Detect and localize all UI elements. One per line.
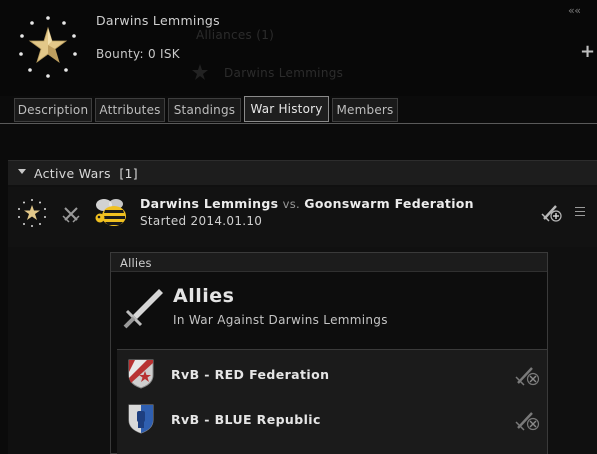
ally-name[interactable]: RvB - RED Federation: [171, 367, 329, 382]
sword-remove-icon[interactable]: [515, 409, 541, 431]
bee-logo[interactable]: [92, 196, 130, 230]
tab-attributes[interactable]: Attributes: [95, 98, 165, 122]
ally-list: RvB - RED Federation RvB - BLUE Republic: [117, 349, 547, 454]
vs-label: vs.: [282, 197, 301, 211]
corp-header: Alliances (1) Darwins Lemmings Darwins L…: [0, 0, 597, 96]
sword-plus-icon[interactable]: [541, 202, 563, 222]
tab-bar: Description Attributes Standings War His…: [0, 96, 597, 124]
corp-logo: [19, 16, 77, 78]
ghost-star-icon: [192, 64, 208, 80]
corp-name: Darwins Lemmings: [96, 13, 220, 28]
active-wars-title: Active Wars [1]: [34, 166, 138, 181]
allies-panel: Allies Allies In War Against Darwins Lem…: [110, 252, 548, 454]
tab-war-history[interactable]: War History: [244, 96, 329, 122]
crossed-swords-icon: [62, 207, 80, 223]
allies-title: Allies: [173, 285, 235, 307]
ghost-alliances-text: Alliances (1): [196, 28, 275, 42]
ally-row-blue-republic[interactable]: RvB - BLUE Republic: [117, 397, 547, 441]
tab-standings[interactable]: Standings: [168, 98, 241, 122]
sword-icon: [123, 289, 163, 329]
hamburger-icon[interactable]: [575, 207, 585, 216]
war-start-date: Started 2014.01.10: [140, 214, 263, 228]
allies-header-label: Allies: [120, 256, 152, 270]
war-title: Darwins Lemmings vs. Goonswarm Federatio…: [140, 196, 474, 211]
sword-remove-icon[interactable]: [515, 364, 541, 386]
collapse-icon[interactable]: « «: [568, 4, 581, 17]
ghost-member-text: Darwins Lemmings: [224, 66, 344, 80]
collapse-arrow-icon[interactable]: [18, 169, 26, 174]
blue-republic-logo: [128, 404, 154, 434]
allies-subtitle: In War Against Darwins Lemmings: [173, 313, 388, 327]
ally-row-red-federation[interactable]: RvB - RED Federation: [117, 352, 547, 396]
red-federation-logo: [128, 359, 154, 389]
tab-members[interactable]: Members: [332, 98, 398, 122]
ally-name[interactable]: RvB - BLUE Republic: [171, 412, 321, 427]
bounty-text: Bounty: 0 ISK: [96, 47, 180, 61]
add-contact-button[interactable]: +: [580, 42, 595, 62]
aggressor-logo[interactable]: [17, 198, 47, 228]
active-wars-header[interactable]: Active Wars [1]: [8, 160, 597, 185]
allies-panel-header: Allies: [111, 253, 547, 272]
tab-description[interactable]: Description: [14, 98, 92, 122]
aggressor-name[interactable]: Darwins Lemmings: [140, 196, 278, 211]
defender-name[interactable]: Goonswarm Federation: [304, 196, 474, 211]
